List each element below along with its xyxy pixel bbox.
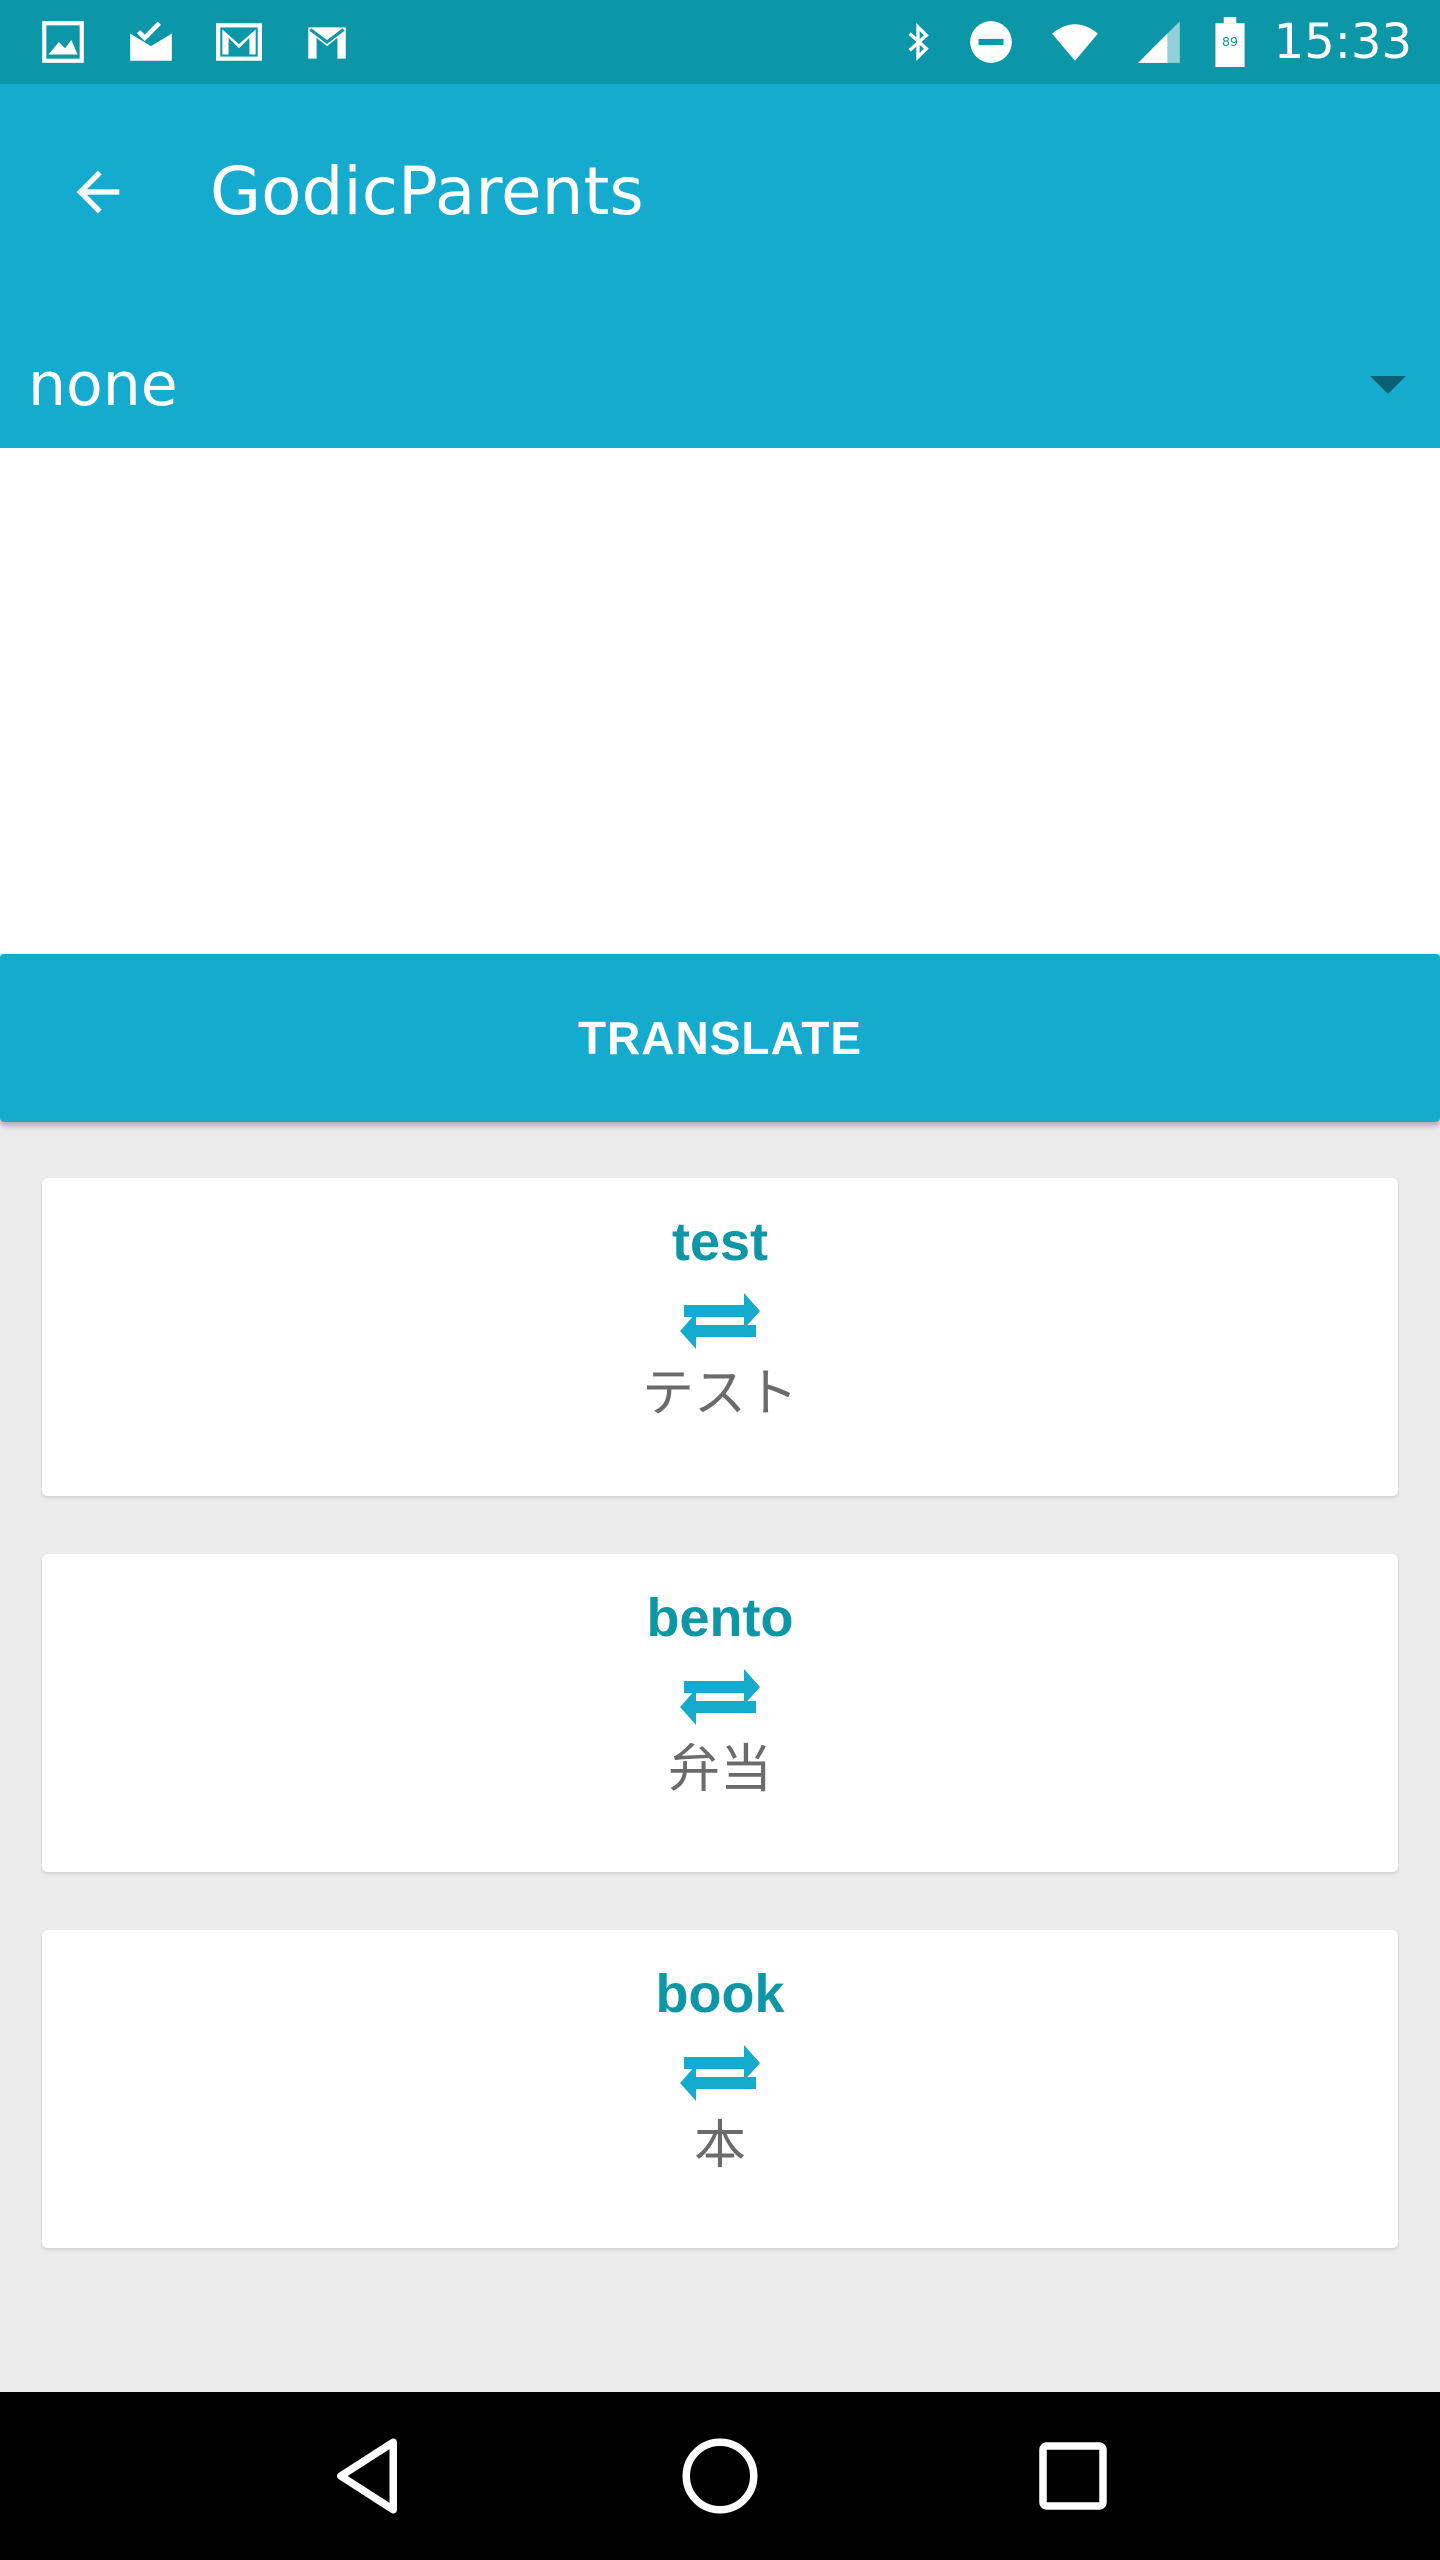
back-triangle-icon	[336, 2438, 397, 2514]
bluetooth-icon	[898, 17, 938, 67]
status-time: 15:33	[1273, 14, 1412, 70]
translation-list: test テスト bento 弁当 book 本	[0, 1122, 1440, 2392]
nav-back-button[interactable]	[322, 2431, 412, 2521]
swap-horiz-icon	[676, 1665, 764, 1729]
home-circle-icon	[682, 2438, 758, 2514]
nav-home-button[interactable]	[675, 2431, 765, 2521]
card-translation: 弁当	[667, 1739, 772, 1800]
app-title: GodicParents	[210, 153, 644, 230]
navigation-bar	[0, 2392, 1440, 2560]
card-word: book	[655, 1964, 785, 2024]
image-icon	[36, 17, 90, 67]
app-bar: GodicParents none	[0, 84, 1440, 448]
list-item[interactable]: bento 弁当	[42, 1554, 1398, 1872]
do-not-disturb-icon	[964, 17, 1018, 67]
card-translation: 本	[693, 2115, 746, 2176]
input-area	[0, 448, 1440, 954]
list-item[interactable]: book 本	[42, 1930, 1398, 2248]
recents-square-icon	[1039, 2442, 1108, 2510]
cell-signal-icon	[1132, 17, 1186, 67]
swap-horiz-icon	[676, 1289, 764, 1353]
list-item[interactable]: test テスト	[42, 1178, 1398, 1496]
card-word: bento	[646, 1588, 794, 1648]
card-word: test	[671, 1212, 769, 1272]
gmail-icon	[212, 17, 266, 67]
swap-horiz-icon	[676, 2041, 764, 2105]
category-spinner[interactable]: none	[0, 322, 1440, 448]
battery-icon: 89	[1212, 17, 1248, 67]
wifi-icon	[1044, 17, 1106, 67]
dropdown-arrow-icon	[1370, 376, 1406, 394]
mail-done-icon	[124, 17, 178, 67]
back-button[interactable]	[48, 142, 148, 242]
card-translation: テスト	[641, 1363, 798, 1424]
translate-button[interactable]: TRANSLATE	[0, 954, 1440, 1122]
status-bar: 89 15:33	[0, 0, 1440, 84]
arrow-back-icon	[76, 170, 120, 214]
text-input[interactable]	[0, 448, 1440, 954]
spinner-selected-value: none	[28, 350, 178, 420]
battery-level-text: 89	[1222, 34, 1238, 49]
gmail-icon	[300, 17, 354, 67]
nav-recents-button[interactable]	[1028, 2431, 1118, 2521]
